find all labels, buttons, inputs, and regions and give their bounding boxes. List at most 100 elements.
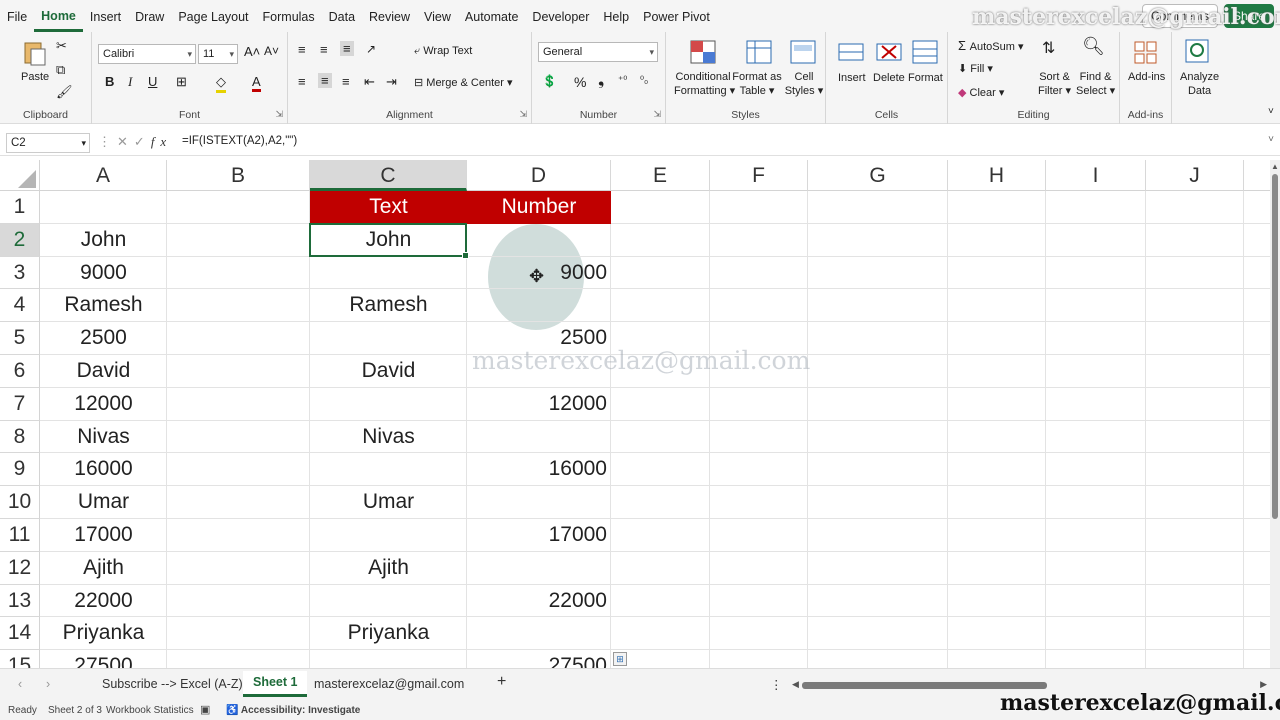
format-painter-icon[interactable]: 🖌 — [56, 84, 73, 100]
decrease-decimal-icon[interactable]: ⁰₀ — [640, 75, 648, 86]
conditional-formatting-button[interactable]: Conditional Formatting ▾ — [674, 70, 735, 98]
insert-cells-button[interactable]: Insert — [838, 72, 866, 84]
row-header-12[interactable]: 12 — [0, 551, 40, 585]
cell-a6[interactable]: David — [40, 355, 167, 388]
cut-icon[interactable]: ✂ — [56, 38, 67, 54]
format-cells-icon[interactable] — [910, 38, 940, 68]
accessibility-status[interactable]: ♿ Accessibility: Investigate — [226, 705, 360, 716]
search-icon[interactable]: 🔍︎ — [1082, 36, 1105, 57]
menu-page-layout[interactable]: Page Layout — [171, 0, 255, 32]
row-header-14[interactable]: 14 — [0, 617, 40, 651]
cell-a10[interactable]: Umar — [40, 486, 167, 519]
menu-developer[interactable]: Developer — [525, 0, 596, 32]
menu-help[interactable]: Help — [596, 0, 636, 32]
cell-a5[interactable]: 2500 — [40, 322, 167, 355]
increase-decimal-icon[interactable]: ⁺⁰ — [618, 75, 627, 86]
menu-data[interactable]: Data — [322, 0, 362, 32]
tab-subscribe[interactable]: Subscribe --> Excel (A-Z) — [102, 677, 243, 691]
cancel-icon[interactable]: ✕ — [117, 134, 134, 149]
row-header-5[interactable]: 5 — [0, 322, 40, 355]
tab-sheet-1[interactable]: Sheet 1 — [243, 671, 308, 697]
delete-cells-icon[interactable] — [874, 38, 904, 68]
merge-center-button[interactable]: ⊟ Merge & Center ▾ — [414, 76, 513, 89]
row-header-3[interactable]: 3 — [0, 256, 40, 290]
sort-filter-icon[interactable]: ⇅ — [1042, 38, 1055, 58]
percent-icon[interactable]: % — [574, 74, 586, 90]
horizontal-scroll-thumb[interactable] — [802, 682, 1047, 689]
row-header-13[interactable]: 13 — [0, 584, 40, 618]
delete-cells-button[interactable]: Delete — [873, 72, 905, 84]
addins-icon[interactable] — [1131, 38, 1161, 68]
column-header-i[interactable]: I — [1046, 160, 1146, 191]
menu-insert[interactable]: Insert — [83, 0, 128, 32]
column-header-d[interactable]: D — [467, 160, 611, 191]
align-middle-icon[interactable]: ≡ — [320, 42, 328, 57]
vertical-scrollbar[interactable]: ▲ — [1270, 160, 1280, 668]
menu-automate[interactable]: Automate — [458, 0, 526, 32]
font-launcher-icon[interactable]: ⇲ — [275, 109, 283, 120]
paste-icon[interactable] — [20, 38, 50, 68]
tab-email[interactable]: masterexcelaz@gmail.com — [314, 677, 464, 691]
currency-icon[interactable]: 💲 — [542, 74, 557, 88]
cell-styles-button[interactable]: Cell Styles ▾ — [784, 70, 824, 98]
decrease-indent-icon[interactable]: ⇤ — [364, 74, 375, 90]
cell-a9[interactable]: 16000 — [40, 453, 167, 486]
cell-a12[interactable]: Ajith — [40, 552, 167, 585]
borders-icon[interactable]: ⊞ — [176, 74, 187, 90]
row-header-4[interactable]: 4 — [0, 289, 40, 323]
analyze-data-button[interactable]: Analyze Data — [1180, 70, 1219, 98]
select-all-corner[interactable] — [0, 160, 40, 191]
menu-power-pivot[interactable]: Power Pivot — [636, 0, 717, 32]
menu-file[interactable]: File — [0, 0, 34, 32]
expand-formula-icon[interactable]: ˅ — [1268, 134, 1274, 145]
wrap-text-button[interactable]: ⤶ Wrap Text — [414, 45, 472, 58]
align-left-icon[interactable]: ≡ — [298, 74, 306, 89]
copy-icon[interactable]: ⧉ — [56, 62, 65, 78]
column-header-g[interactable]: G — [808, 160, 948, 191]
header-cell-number[interactable]: Number — [467, 191, 611, 224]
workbook-statistics[interactable]: Workbook Statistics — [106, 705, 194, 716]
fx-icon[interactable]: fx — [151, 134, 172, 149]
number-format-select[interactable]: General ▾ — [538, 42, 658, 62]
quick-analysis-icon[interactable]: ⊞ — [613, 652, 627, 666]
menu-draw[interactable]: Draw — [128, 0, 171, 32]
find-select-button[interactable]: Find & Select ▾ — [1076, 70, 1115, 98]
cell-c14[interactable]: Priyanka — [310, 617, 467, 650]
cell-d9[interactable]: 16000 — [467, 453, 611, 486]
formula-input[interactable]: =IF(ISTEXT(A2),A2,"") — [182, 135, 297, 147]
increase-indent-icon[interactable]: ⇥ — [386, 74, 397, 90]
menu-home[interactable]: Home — [34, 0, 83, 32]
collapse-ribbon-icon[interactable]: ˅ — [1268, 106, 1274, 117]
cell-d15[interactable]: 27500 — [467, 650, 611, 668]
column-header-j[interactable]: J — [1146, 160, 1244, 191]
row-header-9[interactable]: 9 — [0, 453, 40, 487]
cell-a13[interactable]: 22000 — [40, 585, 167, 618]
row-header-2[interactable]: 2 — [0, 223, 40, 257]
format-as-table-button[interactable]: Format as Table ▾ — [732, 70, 782, 98]
comma-icon[interactable]: ❟ — [598, 72, 604, 90]
italic-button[interactable]: I — [128, 74, 132, 90]
cell-d11[interactable]: 17000 — [467, 519, 611, 552]
menu-view[interactable]: View — [417, 0, 458, 32]
cell-a8[interactable]: Nivas — [40, 421, 167, 454]
header-cell-text[interactable]: Text — [310, 191, 467, 224]
scroll-right-icon[interactable]: ▶ — [1260, 679, 1267, 690]
tabs-more-icon[interactable]: ⋮ — [770, 677, 783, 692]
column-header-f[interactable]: F — [710, 160, 808, 191]
cell-a11[interactable]: 17000 — [40, 519, 167, 552]
row-header-10[interactable]: 10 — [0, 486, 40, 519]
decrease-font-icon[interactable]: A˅ — [264, 44, 279, 58]
scroll-up-icon[interactable]: ▲ — [1271, 162, 1279, 171]
fill-color-icon[interactable]: ◇ — [216, 74, 226, 93]
font-color-icon[interactable]: A — [252, 74, 261, 92]
format-as-table-icon[interactable] — [744, 38, 774, 68]
menu-review[interactable]: Review — [362, 0, 417, 32]
font-size-select[interactable]: 11 ▾ — [198, 44, 238, 64]
row-header-11[interactable]: 11 — [0, 519, 40, 552]
menu-formulas[interactable]: Formulas — [256, 0, 322, 32]
orientation-icon[interactable]: ↗ — [366, 42, 376, 56]
increase-font-icon[interactable]: A˄ — [244, 44, 260, 59]
name-box[interactable]: C2 ▾ — [6, 133, 90, 153]
cell-d7[interactable]: 12000 — [467, 388, 611, 421]
row-header-7[interactable]: 7 — [0, 387, 40, 421]
